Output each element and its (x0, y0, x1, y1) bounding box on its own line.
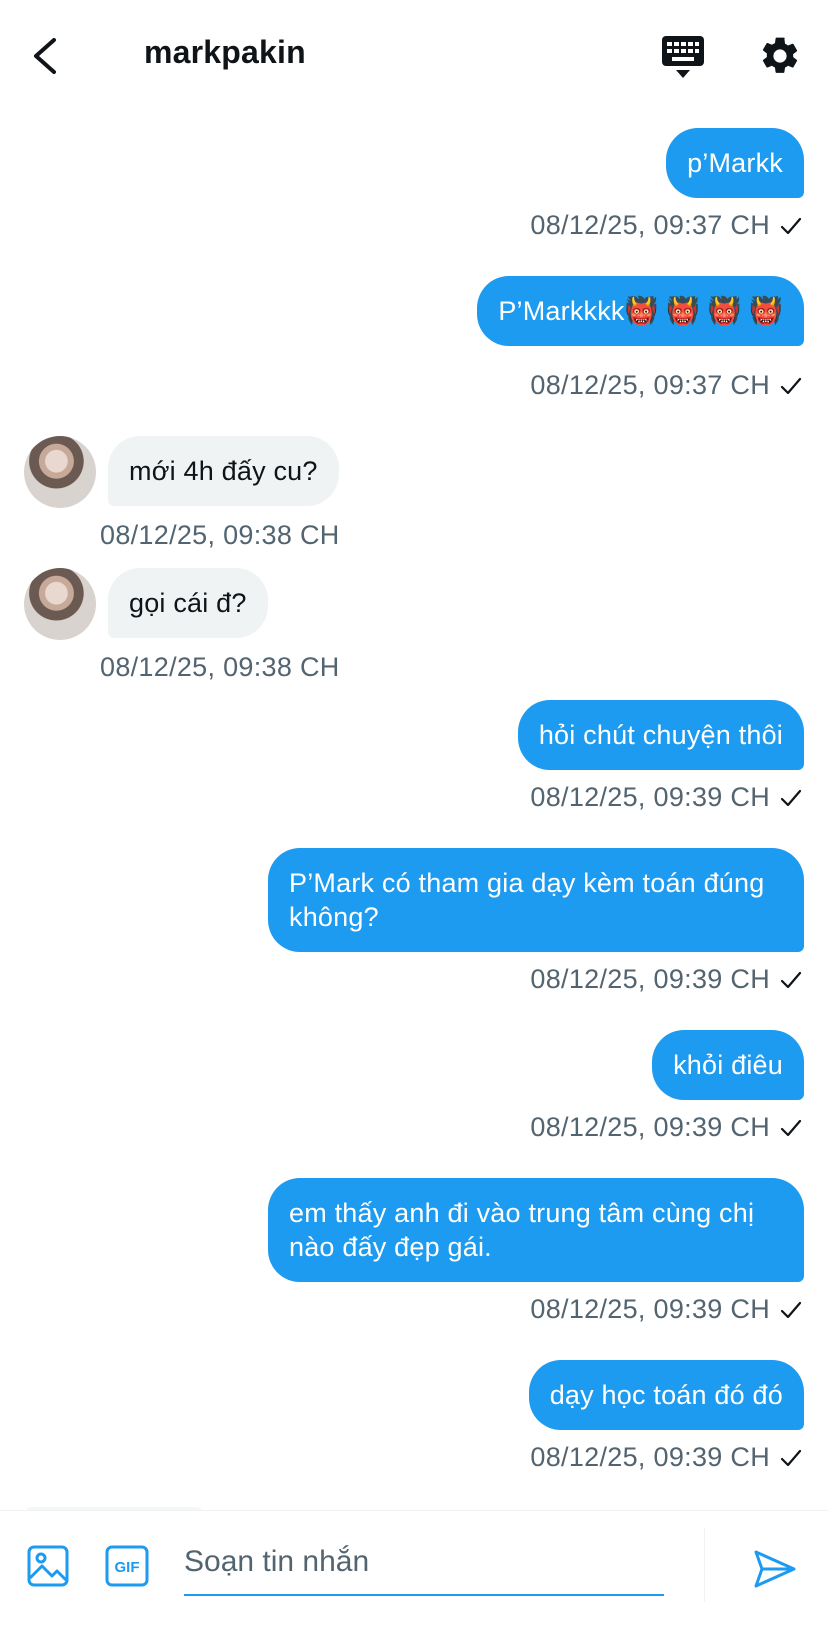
message-bubble: em thấy anh đi vào trung tâm cùng chị nà… (268, 1178, 804, 1282)
add-gif-button[interactable]: GIF (104, 1544, 150, 1588)
message-time: 08/12/25, 09:38 CH (100, 520, 340, 550)
message-time: 08/12/25, 09:39 CH (530, 964, 770, 994)
keyboard-icon (662, 36, 704, 78)
message-time: 08/12/25, 09:39 CH (530, 1442, 770, 1472)
message-out[interactable]: p’Markk (666, 128, 804, 198)
message-time: 08/12/25, 09:39 CH (530, 1112, 770, 1142)
message-time: 08/12/25, 09:39 CH (530, 1294, 770, 1324)
page-title: markpakin (144, 34, 306, 70)
message-time: 08/12/25, 09:38 CH (100, 652, 340, 682)
settings-button[interactable] (758, 34, 802, 78)
back-button[interactable] (26, 32, 66, 80)
message-bubble: P’Mark có tham gia dạy kèm toán đúng khô… (268, 848, 804, 952)
message-meta: 08/12/25, 09:37 CH (530, 210, 804, 241)
avatar[interactable] (24, 568, 96, 640)
message-out[interactable]: P’Markkkk👹 👹 👹 👹 (477, 276, 804, 346)
send-icon (754, 1550, 796, 1588)
gif-icon: GIF (105, 1545, 149, 1587)
message-in[interactable]: mới 4h đấy cu? (24, 436, 339, 508)
message-in[interactable]: gọi cái đ? (24, 568, 268, 640)
message-bubble: hỏi chút chuyện thôi (517, 700, 804, 770)
sent-check-icon (780, 971, 802, 988)
message-out[interactable]: khỏi điêu (652, 1030, 804, 1100)
sent-check-icon (780, 1119, 802, 1136)
conversation-header: markpakin (0, 0, 828, 112)
message-bubble: p’Markk (666, 128, 804, 198)
message-bubble: mới 4h đấy cu? (108, 436, 339, 506)
gear-icon (762, 37, 798, 73)
sent-check-icon (780, 1301, 802, 1318)
sent-check-icon (780, 789, 802, 806)
message-meta: 08/12/25, 09:39 CH (530, 1112, 804, 1143)
composer-divider (704, 1528, 705, 1602)
message-time: 08/12/25, 09:39 CH (530, 782, 770, 812)
keyboard-button[interactable] (660, 34, 706, 80)
message-meta: 08/12/25, 09:39 CH (530, 1442, 804, 1473)
message-out[interactable]: em thấy anh đi vào trung tâm cùng chị nà… (268, 1178, 804, 1282)
sent-check-icon (780, 1449, 802, 1466)
message-bubble: gọi cái đ? (108, 568, 268, 638)
message-out[interactable]: dạy học toán đó đó (528, 1360, 804, 1430)
message-bubble: P’Markkkk👹 👹 👹 👹 (477, 276, 804, 346)
message-meta: 08/12/25, 09:39 CH (530, 964, 804, 995)
gif-label: GIF (115, 1559, 140, 1576)
sent-check-icon (780, 217, 802, 234)
message-bubble: dạy học toán đó đó (528, 1360, 804, 1430)
image-icon (27, 1545, 69, 1587)
message-meta: 08/12/25, 09:39 CH (530, 782, 804, 813)
chevron-left-icon (34, 38, 56, 74)
message-input[interactable] (184, 1530, 664, 1596)
message-out[interactable]: P’Mark có tham gia dạy kèm toán đúng khô… (268, 848, 804, 952)
add-image-button[interactable] (26, 1544, 70, 1588)
message-meta: 08/12/25, 09:39 CH (530, 1294, 804, 1325)
message-time: 08/12/25, 09:37 CH (530, 210, 770, 240)
message-time: 08/12/25, 09:37 CH (530, 370, 770, 400)
sent-check-icon (780, 377, 802, 394)
send-button[interactable] (752, 1546, 798, 1592)
message-out[interactable]: hỏi chút chuyện thôi (517, 700, 804, 770)
avatar[interactable] (24, 436, 96, 508)
message-bubble: khỏi điêu (652, 1030, 804, 1100)
message-meta: 08/12/25, 09:37 CH (530, 370, 804, 401)
